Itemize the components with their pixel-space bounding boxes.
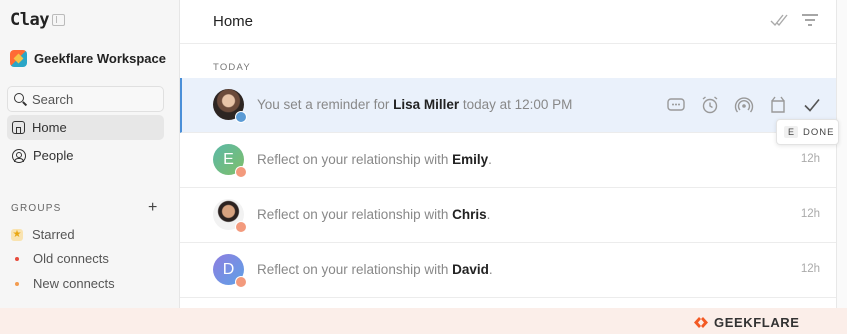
sidebar-item-label: Home	[32, 120, 67, 135]
add-group-icon[interactable]: +	[148, 200, 157, 216]
avatar: E	[213, 144, 247, 178]
groups-heading: GROUPS	[11, 203, 62, 214]
feed-item[interactable]: You set a reminder for Lisa Miller today…	[180, 78, 836, 133]
sidebar-toggle-icon[interactable]	[52, 14, 65, 26]
archive-icon[interactable]	[768, 95, 788, 115]
dot-icon	[15, 281, 19, 286]
feed-item[interactable]: D Reflect on your relationship with Davi…	[180, 243, 836, 298]
home-icon	[12, 121, 25, 134]
broadcast-icon[interactable]	[734, 95, 754, 115]
comment-icon[interactable]	[666, 95, 686, 115]
sidebar-item-label: People	[33, 148, 74, 163]
group-item-new-connects[interactable]: New connects	[11, 276, 115, 291]
reminder-badge-icon	[235, 111, 247, 123]
group-label: New connects	[33, 276, 115, 291]
avatar	[213, 89, 247, 123]
mark-all-done-icon[interactable]	[770, 11, 788, 29]
main-panel: Home TODAY You set a reminder for Lisa M…	[180, 0, 836, 308]
sidebar: Clay Geekflare Workspace Search Home Peo…	[0, 0, 180, 308]
tooltip-label: DONE	[803, 126, 835, 138]
search-placeholder: Search	[32, 91, 74, 107]
workspace-icon	[10, 50, 27, 67]
brand-watermark: GEEKFLARE	[693, 315, 800, 330]
timestamp: 12h	[800, 153, 820, 165]
page-title: Home	[213, 13, 254, 30]
contact-name: Chris	[452, 207, 487, 222]
avatar: D	[213, 254, 247, 288]
section-label: TODAY	[213, 62, 251, 73]
contact-name: David	[452, 262, 489, 277]
search-icon	[14, 93, 26, 105]
filter-icon[interactable]	[801, 13, 819, 27]
group-label: Starred	[32, 227, 75, 242]
workspace-switcher[interactable]: Geekflare Workspace	[10, 50, 166, 67]
snooze-icon[interactable]	[700, 95, 720, 115]
contact-name: Emily	[452, 152, 489, 167]
contact-name: Lisa Miller	[393, 97, 460, 112]
feed-item-text: Reflect on your relationship with David.	[257, 262, 493, 277]
people-icon	[12, 148, 26, 163]
geekflare-logo-icon	[694, 317, 708, 328]
search-input[interactable]: Search	[7, 86, 164, 112]
avatar	[213, 199, 247, 233]
brand-name: GEEKFLARE	[714, 315, 800, 330]
feed-item[interactable]: Reflect on your relationship with Chris.…	[180, 188, 836, 243]
feed-item[interactable]: E Reflect on your relationship with Emil…	[180, 133, 836, 188]
reflect-badge-icon	[235, 166, 247, 178]
reflect-badge-icon	[235, 276, 247, 288]
sidebar-item-people[interactable]: People	[7, 143, 164, 168]
sidebar-item-home[interactable]: Home	[7, 115, 164, 140]
footer-bar: GEEKFLARE	[0, 308, 847, 334]
feed-item-text: Reflect on your relationship with Chris.	[257, 207, 491, 222]
timestamp: 12h	[800, 263, 820, 275]
group-item-starred[interactable]: ★ Starred	[11, 227, 75, 242]
done-tooltip: E DONE	[776, 119, 839, 145]
dot-icon	[15, 256, 19, 261]
right-panel-edge	[836, 0, 847, 308]
row-actions	[666, 95, 822, 115]
reflect-badge-icon	[235, 221, 247, 233]
workspace-name: Geekflare Workspace	[34, 51, 166, 66]
feed-item-text: Reflect on your relationship with Emily.	[257, 152, 492, 167]
app-logo: Clay	[10, 10, 49, 30]
group-item-old-connects[interactable]: Old connects	[11, 251, 109, 266]
star-icon: ★	[11, 228, 23, 241]
group-label: Old connects	[33, 251, 109, 266]
header-divider	[180, 43, 836, 44]
app-window: Clay Geekflare Workspace Search Home Peo…	[0, 0, 847, 308]
done-check-icon[interactable]	[802, 95, 822, 115]
shortcut-key: E	[784, 126, 799, 138]
timestamp: 12h	[800, 208, 820, 220]
feed-item-text: You set a reminder for Lisa Miller today…	[257, 97, 573, 112]
